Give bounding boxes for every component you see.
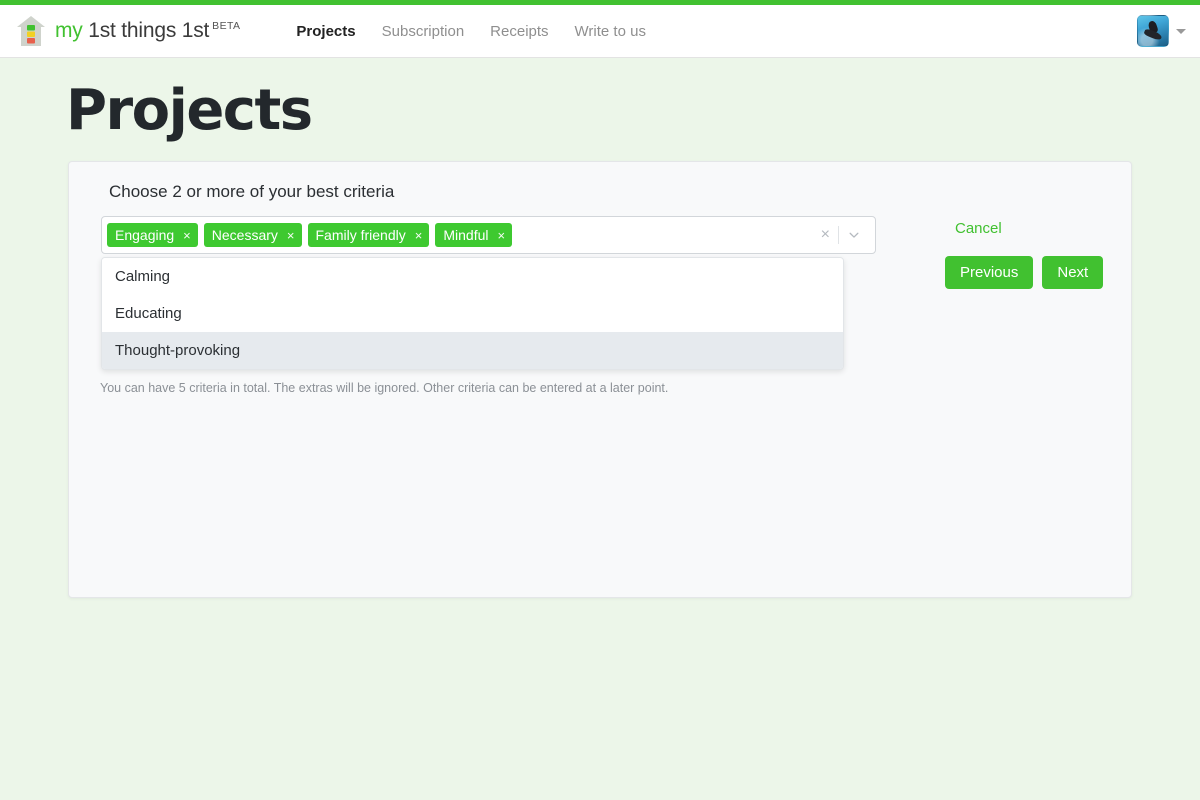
- nav-links: Projects Subscription Receipts Write to …: [296, 23, 646, 40]
- page-title: Projects: [66, 78, 313, 143]
- tag-mindful[interactable]: Mindful ×: [435, 223, 513, 247]
- tag-label: Engaging: [115, 227, 175, 243]
- select-indicators: ×: [813, 217, 869, 253]
- previous-button[interactable]: Previous: [945, 256, 1034, 289]
- next-button[interactable]: Next: [1042, 256, 1104, 289]
- nav-link-subscription[interactable]: Subscription: [382, 23, 465, 40]
- clear-all-icon[interactable]: ×: [813, 227, 838, 243]
- cancel-link[interactable]: Cancel: [955, 220, 1002, 237]
- tag-engaging[interactable]: Engaging ×: [107, 223, 198, 247]
- tag-family-friendly[interactable]: Family friendly ×: [307, 223, 430, 247]
- brand-text: my 1st things 1st BETA: [55, 19, 240, 43]
- criteria-card: Choose 2 or more of your best criteria E…: [68, 161, 1132, 598]
- tag-remove-icon[interactable]: ×: [287, 229, 295, 242]
- nav-link-write-to-us[interactable]: Write to us: [575, 23, 646, 40]
- brand-my-text: my: [55, 19, 83, 42]
- criteria-help-text: You can have 5 criteria in total. The ex…: [100, 381, 669, 395]
- user-avatar[interactable]: [1137, 15, 1169, 47]
- tag-remove-icon[interactable]: ×: [183, 229, 191, 242]
- card-actions: Cancel Previous Next: [879, 220, 1104, 289]
- criteria-select-row: Engaging × Necessary × Family friendly ×…: [101, 216, 876, 254]
- tag-necessary[interactable]: Necessary ×: [203, 223, 302, 247]
- option-thought-provoking[interactable]: Thought-provoking: [102, 332, 843, 369]
- brand-beta-badge: BETA: [212, 20, 241, 32]
- tag-label: Mindful: [443, 227, 489, 243]
- tag-remove-icon[interactable]: ×: [415, 229, 423, 242]
- tag-remove-icon[interactable]: ×: [497, 229, 505, 242]
- criteria-multiselect[interactable]: Engaging × Necessary × Family friendly ×…: [101, 216, 876, 254]
- chevron-down-icon[interactable]: [1176, 28, 1186, 34]
- option-calming[interactable]: Calming: [102, 258, 843, 295]
- user-menu[interactable]: [1137, 15, 1186, 47]
- criteria-options-menu: Calming Educating Thought-provoking: [101, 257, 844, 370]
- dropdown-chevron-down-icon[interactable]: [839, 228, 869, 242]
- top-navbar: my 1st things 1st BETA Projects Subscript…: [0, 5, 1200, 58]
- brand-name-text: 1st things 1st: [88, 19, 210, 42]
- tag-label: Necessary: [211, 227, 278, 243]
- wizard-buttons: Previous Next: [945, 256, 1104, 289]
- criteria-label: Choose 2 or more of your best criteria: [109, 182, 395, 201]
- tag-label: Family friendly: [315, 227, 406, 243]
- nav-link-projects[interactable]: Projects: [296, 23, 355, 40]
- option-educating[interactable]: Educating: [102, 295, 843, 332]
- house-logo-icon: [16, 15, 46, 47]
- brand-logo-link[interactable]: my 1st things 1st BETA: [16, 15, 240, 47]
- nav-link-receipts[interactable]: Receipts: [490, 23, 548, 40]
